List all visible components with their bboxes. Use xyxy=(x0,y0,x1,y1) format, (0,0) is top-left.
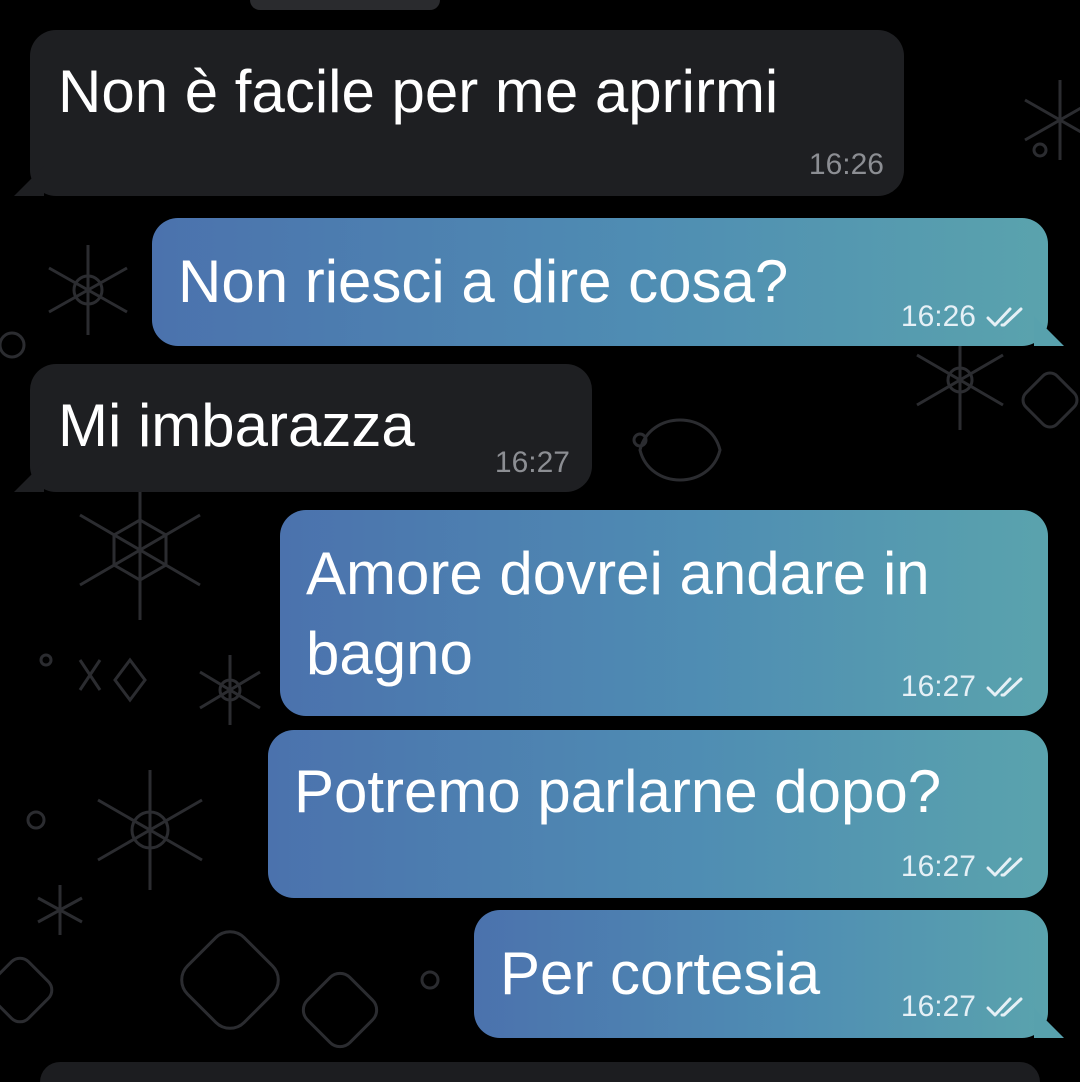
message-bubble-incoming[interactable]: Mi imbarazza 16:27 xyxy=(30,364,592,492)
snowflake-icon xyxy=(97,770,203,890)
message-bubble-outgoing[interactable]: Non riesci a dire cosa? 16:26 xyxy=(152,218,1048,346)
snowflake-icon xyxy=(48,245,128,335)
message-text: Non riesci a dire cosa? xyxy=(178,248,789,315)
message-time: 16:26 xyxy=(808,148,884,181)
double-check-icon xyxy=(986,306,1028,328)
message-time: 16:27 xyxy=(494,446,570,479)
message-bubble-outgoing[interactable]: Amore dovrei andare in bagno 16:27 xyxy=(280,510,1048,716)
snowflake-icon xyxy=(638,418,722,482)
message-bubble-outgoing[interactable]: Potremo parlarne dopo? 16:27 xyxy=(268,730,1048,898)
previous-bubble-edge xyxy=(250,0,440,10)
snowflake-icon xyxy=(79,480,201,620)
message-time: 16:27 xyxy=(901,990,1028,1024)
double-check-icon xyxy=(986,996,1028,1018)
snowflake-icon xyxy=(1024,80,1080,160)
snowflake-icon xyxy=(180,930,280,1030)
snowflake-icon xyxy=(301,971,379,1049)
message-text: Non è facile per me aprirmi xyxy=(58,58,779,125)
message-time: 16:27 xyxy=(901,850,1028,884)
message-bubble-outgoing[interactable]: Per cortesia 16:27 xyxy=(474,910,1048,1038)
message-time: 16:27 xyxy=(901,670,1028,704)
double-check-icon xyxy=(986,676,1028,698)
message-time: 16:26 xyxy=(901,300,1028,334)
message-bubble-incoming[interactable]: Non è facile per me aprirmi 16:26 xyxy=(30,30,904,196)
double-check-icon xyxy=(986,856,1028,878)
message-composer-bar[interactable] xyxy=(40,1062,1040,1082)
message-text: Per cortesia xyxy=(500,940,821,1007)
snowflake-icon xyxy=(199,655,261,725)
snowflake-icon xyxy=(1021,371,1079,429)
snowflake-icon xyxy=(37,885,83,935)
message-text: Mi imbarazza xyxy=(58,392,415,459)
message-text: Potremo parlarne dopo? xyxy=(294,758,942,825)
snowflake-icon xyxy=(0,956,54,1024)
